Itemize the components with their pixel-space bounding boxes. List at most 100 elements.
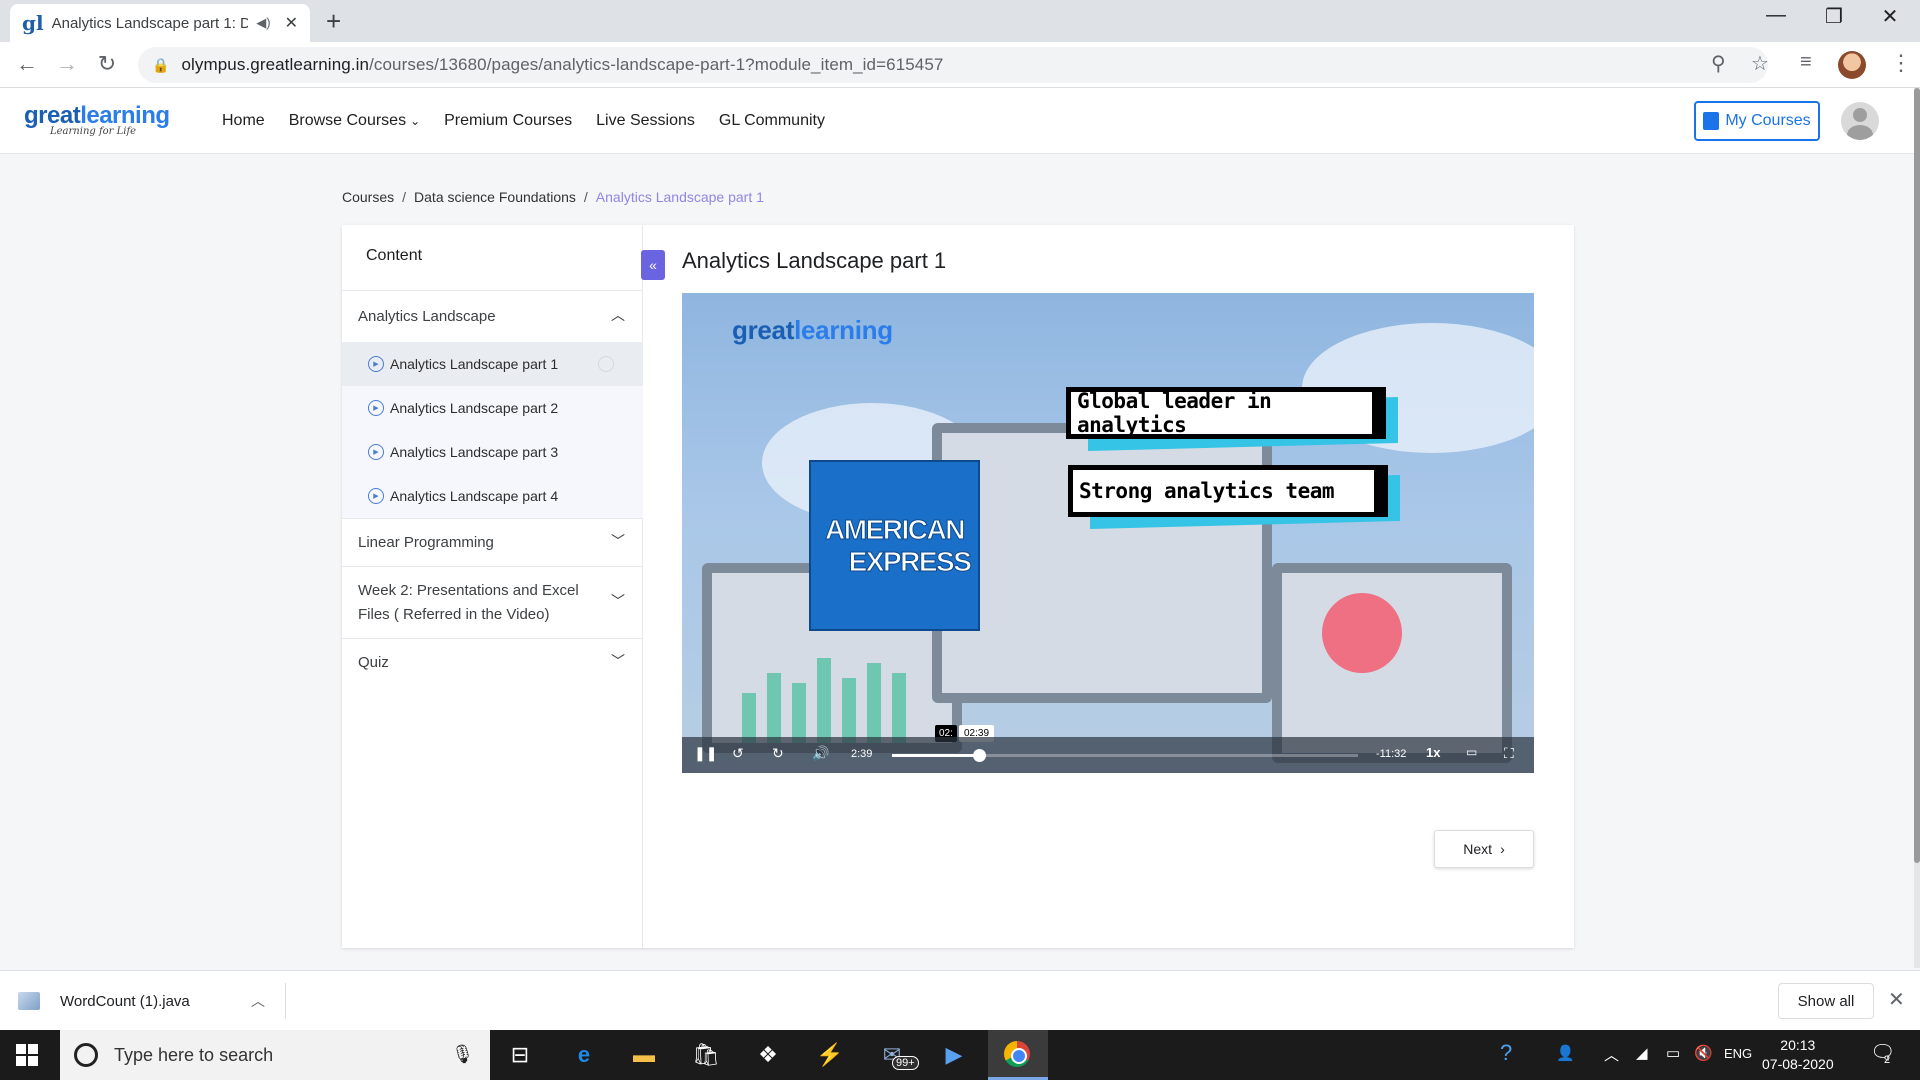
download-item[interactable]: WordCount (1).java ︿ (18, 983, 286, 1019)
browser-menu-icon[interactable]: ⋮ (1890, 50, 1912, 76)
lesson-item-part-4[interactable]: ▶ Analytics Landscape part 4 (342, 474, 643, 518)
nav-premium-courses[interactable]: Premium Courses (444, 112, 572, 130)
task-view-icon[interactable]: ⊟ (504, 1040, 536, 1070)
restore-icon[interactable]: ❐ (1814, 4, 1854, 29)
user-avatar[interactable] (1841, 102, 1879, 140)
lesson-card: Content Analytics Landscape ︿ ▶ Analytic… (342, 225, 1574, 948)
lesson-item-part-3[interactable]: ▶ Analytics Landscape part 3 (342, 430, 643, 474)
video-controls: ❚❚ ↺ ↻ 🔊 2:39 -11:32 1x ▭ ⛶ (682, 737, 1534, 773)
lesson-item-part-1[interactable]: ▶ Analytics Landscape part 1 (342, 342, 643, 386)
notifications-icon[interactable]: 🗨 (1870, 1040, 1895, 1065)
next-label: Next (1463, 841, 1493, 857)
download-bar: WordCount (1).java ︿ Show all ✕ (0, 970, 1920, 1030)
zoom-icon[interactable]: ⚲ (1711, 51, 1726, 76)
section-analytics-landscape[interactable]: Analytics Landscape ︿ (342, 290, 643, 342)
browser-tab-strip: gl Analytics Landscape part 1: D ◀) ✕ + … (0, 0, 1920, 42)
address-bar[interactable]: 🔒 olympus.greatlearning.in/courses/13680… (138, 47, 1768, 83)
breadcrumb-separator: / (402, 189, 407, 205)
breadcrumb-course[interactable]: Data science Foundations (414, 189, 576, 205)
show-hidden-icons[interactable]: ︿ (1604, 1044, 1619, 1065)
volume-muted-icon[interactable]: 🔇 (1694, 1044, 1713, 1062)
tab-close-icon[interactable]: ✕ (285, 13, 298, 33)
my-courses-button[interactable]: My Courses (1694, 101, 1820, 141)
edge-icon[interactable]: e (568, 1040, 600, 1070)
url-host: olympus.greatlearning.in (181, 55, 370, 74)
chevron-down-icon[interactable]: ﹀ (611, 591, 625, 611)
volume-icon[interactable]: 🔊 (812, 745, 829, 762)
site-header: greatlearning Learning for Life Home Bro… (0, 88, 1920, 154)
breadcrumb-courses[interactable]: Courses (342, 189, 394, 205)
browser-toolbar: ← → ↻ 🔒 olympus.greatlearning.in/courses… (0, 42, 1920, 88)
close-download-bar-icon[interactable]: ✕ (1888, 987, 1905, 1012)
url-path: /courses/13680/pages/analytics-landscape… (369, 55, 944, 74)
url-text[interactable]: olympus.greatlearning.in/courses/13680/p… (181, 55, 943, 75)
taskbar-search[interactable]: Type here to search 🎙 (60, 1030, 490, 1080)
reload-icon[interactable]: ↻ (92, 51, 122, 77)
section-week-2[interactable]: Week 2: Presentations and Excel Files ( … (342, 566, 643, 638)
site-favicon: gl (22, 11, 44, 35)
chevron-up-icon[interactable]: ︿ (611, 305, 625, 325)
chevron-right-icon: › (1500, 841, 1505, 857)
back-icon[interactable]: ← (12, 51, 42, 77)
tab-audio-icon[interactable]: ◀) (256, 15, 270, 31)
nav-browse-courses[interactable]: Browse Courses ⌄ (289, 112, 420, 130)
battery-icon[interactable]: ▭ (1666, 1044, 1680, 1062)
chevron-up-icon[interactable]: ︿ (251, 991, 265, 1011)
microphone-icon[interactable]: 🎙 (451, 1044, 474, 1065)
seek-bar[interactable] (892, 749, 1358, 762)
seek-handle[interactable] (973, 749, 987, 762)
language-indicator[interactable]: ENG (1724, 1046, 1752, 1061)
page-scrollbar[interactable] (1914, 88, 1920, 968)
tab-title: Analytics Landscape part 1: D (51, 14, 249, 32)
cortana-icon (74, 1043, 98, 1067)
forward-icon[interactable]: ↻ (772, 745, 784, 762)
playback-speed[interactable]: 1x (1426, 745, 1440, 760)
section-quiz[interactable]: Quiz ﹀ (342, 638, 643, 686)
clock-date: 07-08-2020 (1762, 1056, 1834, 1072)
mail-badge: 99+ (892, 1056, 919, 1070)
greatlearning-logo[interactable]: greatlearning Learning for Life (24, 102, 170, 137)
chevron-down-icon[interactable]: ﹀ (611, 651, 625, 671)
system-clock[interactable]: 20:13 07-08-2020 (1762, 1036, 1834, 1074)
help-icon[interactable]: ? (1500, 1040, 1512, 1066)
lesson-item-part-2[interactable]: ▶ Analytics Landscape part 2 (342, 386, 643, 430)
video-monitor (1272, 563, 1512, 763)
windows-start-icon[interactable] (16, 1044, 38, 1066)
chrome-taskbar-button[interactable] (988, 1030, 1048, 1080)
collapse-sidebar-button[interactable]: « (641, 250, 665, 280)
next-button[interactable]: Next › (1434, 830, 1534, 868)
lesson-label: Analytics Landscape part 1 (390, 356, 559, 372)
section-linear-programming[interactable]: Linear Programming ﹀ (342, 518, 643, 566)
chevron-down-icon[interactable]: ﹀ (611, 531, 625, 551)
play-circle-icon: ▶ (368, 444, 384, 460)
fullscreen-icon[interactable]: ⛶ (1504, 745, 1514, 762)
lesson-label: Analytics Landscape part 2 (390, 400, 559, 416)
rewind-icon[interactable]: ↺ (732, 745, 744, 762)
lock-icon[interactable]: 🔒 (152, 57, 169, 74)
minimize-icon[interactable]: — (1756, 4, 1796, 27)
captions-icon[interactable]: ▭ (1466, 745, 1477, 759)
people-icon[interactable]: 👤 (1556, 1044, 1575, 1062)
bookmark-star-icon[interactable]: ☆ (1751, 51, 1769, 76)
nav-home[interactable]: Home (222, 112, 265, 130)
browser-profile-avatar[interactable] (1838, 51, 1866, 79)
media-control-icon[interactable]: ≡ (1800, 51, 1812, 74)
nav-live-sessions[interactable]: Live Sessions (596, 112, 695, 130)
download-filename: WordCount (1).java (60, 992, 190, 1010)
show-all-button[interactable]: Show all (1778, 983, 1874, 1019)
scrollbar-thumb[interactable] (1914, 88, 1920, 863)
powershell-icon[interactable]: ▶ (938, 1040, 970, 1070)
store-icon[interactable]: 🛍 (690, 1040, 722, 1070)
video-player[interactable]: greatlearning AMERICAN EXPRESS Global le… (682, 293, 1534, 773)
dropbox-icon[interactable]: ❖ (752, 1040, 784, 1070)
visual-studio-icon[interactable]: ⚡ (814, 1040, 846, 1070)
pause-icon[interactable]: ❚❚ (694, 745, 717, 762)
wifi-icon[interactable]: ◢ (1636, 1044, 1648, 1062)
forward-icon[interactable]: → (52, 51, 82, 77)
file-explorer-icon[interactable]: ▬ (628, 1040, 660, 1070)
nav-gl-community[interactable]: GL Community (719, 112, 825, 130)
browser-tab[interactable]: gl Analytics Landscape part 1: D ◀) ✕ (10, 4, 310, 42)
breadcrumb-current: Analytics Landscape part 1 (595, 189, 764, 205)
window-close-icon[interactable]: ✕ (1870, 4, 1910, 29)
new-tab-button[interactable]: + (326, 6, 341, 37)
